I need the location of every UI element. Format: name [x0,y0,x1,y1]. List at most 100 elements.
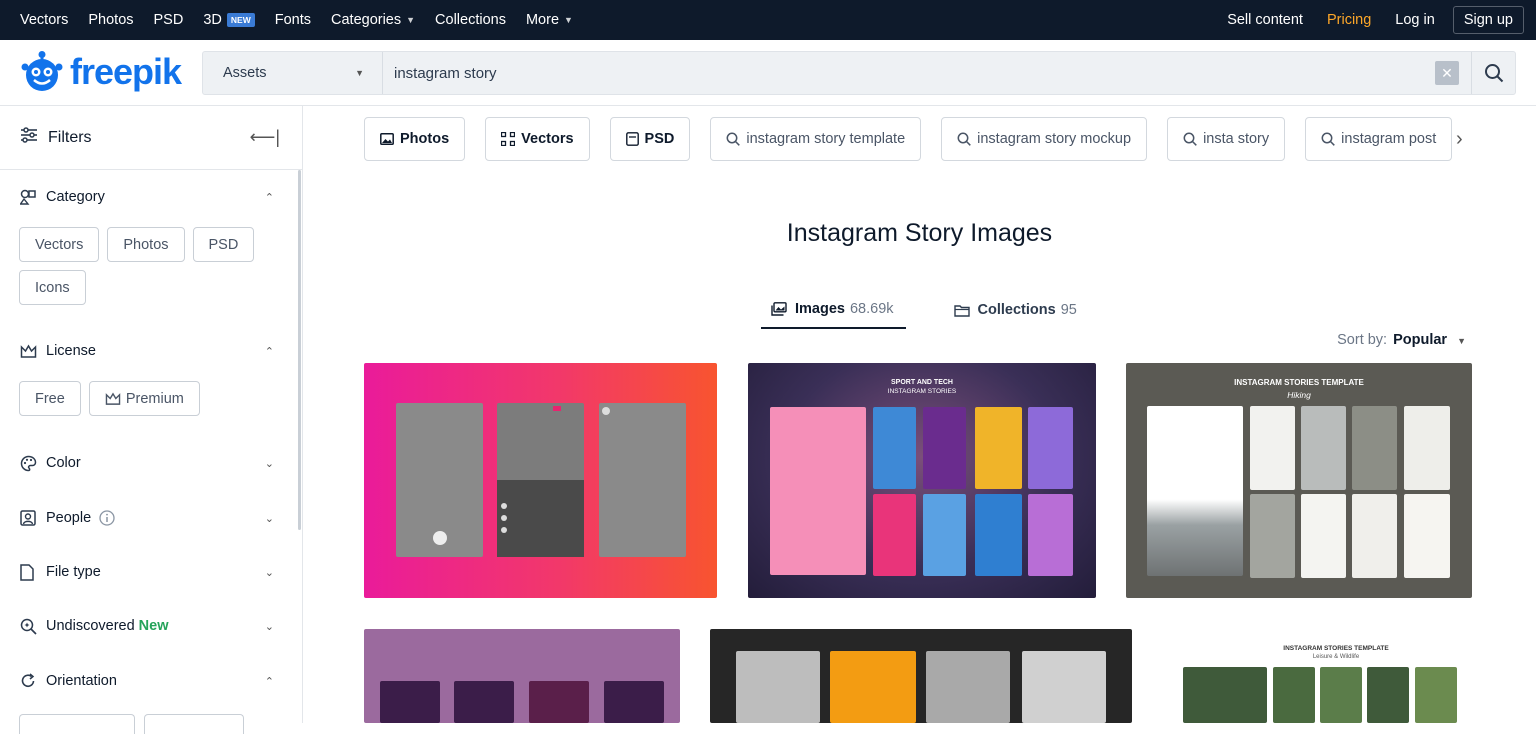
undiscovered-section: Undiscovered New ⌄ [0,616,300,636]
category-chip-psd[interactable]: PSD [192,227,255,262]
category-chip-photos[interactable]: Photos [107,227,185,262]
logo-text: freepik [70,51,182,92]
premium-label: Premium [125,390,184,407]
result-card-4[interactable] [364,629,680,723]
sort-control[interactable]: Sort by: Popular ▼ [1337,332,1466,348]
crown-icon [105,392,121,405]
category-title: Category [46,189,105,205]
collapse-sidebar-icon[interactable]: ⟵| [250,127,280,148]
search-button[interactable] [1471,52,1515,94]
chevron-down-icon: ⌄ [264,512,274,525]
pricing-link[interactable]: Pricing [1327,12,1371,28]
file-type-header[interactable]: File type ⌄ [0,562,300,582]
tag-search-3[interactable]: insta story [1167,117,1286,161]
story-thumbnail [926,651,1010,723]
people-header[interactable]: People ⌄ [0,508,300,528]
orientation-header[interactable]: Orientation ⌃ [0,671,300,691]
nav-photos[interactable]: Photos [88,12,133,28]
tag-vectors[interactable]: Vectors [485,117,590,161]
tab-images-label: Images [795,301,845,317]
nav-3d[interactable]: 3D NEW [203,12,255,28]
images-icon [771,302,787,316]
story-thumbnail [830,651,916,723]
login-link[interactable]: Log in [1395,12,1435,28]
sell-content-link[interactable]: Sell content [1227,12,1303,28]
filters-header: Filters ⟵| [0,106,302,170]
orientation-chip-partial[interactable] [19,714,135,734]
result-card-2[interactable]: SPORT AND TECH INSTAGRAM STORIES [748,363,1096,598]
discover-search-icon [20,618,38,635]
license-title: License [46,343,96,359]
result-card-5[interactable] [710,629,1132,723]
rotate-icon [20,673,38,689]
card3-title: INSTAGRAM STORIES TEMPLATE [1234,378,1364,387]
color-section: Color ⌄ [0,453,300,473]
chevron-up-icon: ⌃ [264,191,274,204]
result-card-1[interactable] [364,363,717,598]
file-type-title: File type [46,564,101,580]
license-chip-free[interactable]: Free [19,381,81,416]
search-input[interactable]: instagram story [383,65,1435,82]
chevron-down-icon: ⌄ [264,566,274,579]
psd-file-icon [625,132,639,146]
filters-sidebar: Filters ⟵| Category ⌃ Vectors Photos PSD… [0,106,303,734]
nav-collections[interactable]: Collections [435,12,506,28]
color-header[interactable]: Color ⌄ [0,453,300,473]
tag-search-4-label: instagram post [1341,131,1437,147]
orientation-chip-partial[interactable] [144,714,244,734]
nav-psd[interactable]: PSD [154,12,184,28]
tag-photos[interactable]: Photos [364,117,466,161]
tag-search-4[interactable]: instagram post [1305,117,1453,161]
sliders-icon [20,127,38,148]
story-thumbnail [1404,406,1450,490]
category-chip-icons[interactable]: Icons [19,270,86,305]
tag-search-1[interactable]: instagram story template [710,117,922,161]
license-header[interactable]: License ⌃ [0,341,300,361]
signup-button[interactable]: Sign up [1452,6,1524,34]
nav-categories[interactable]: Categories ▼ [331,12,415,28]
new-label: New [138,618,169,634]
story-thumbnail [736,651,820,723]
asset-type-select[interactable]: Assets ▼ [203,52,383,94]
tab-collections[interactable]: Collections 95 [953,301,1077,329]
undiscovered-header[interactable]: Undiscovered New ⌄ [0,616,300,636]
caret-down-icon: ▼ [406,15,416,25]
sort-label: Sort by: [1337,332,1388,348]
story-thumbnail [1352,494,1397,578]
tag-search-2[interactable]: instagram story mockup [941,117,1148,161]
person-frame-icon [20,510,38,526]
shapes-icon [20,189,38,205]
crown-icon [20,344,38,359]
story-thumbnail [923,494,966,576]
result-card-3[interactable]: INSTAGRAM STORIES TEMPLATE Hiking [1126,363,1472,598]
story-thumbnail [1028,494,1073,576]
chevron-right-icon[interactable]: › [1456,128,1463,151]
tab-images[interactable]: Images 68.69k [761,301,906,329]
search-bar: Assets ▼ instagram story ✕ [202,51,1516,95]
card6-title: INSTAGRAM STORIES TEMPLATE [1283,645,1389,652]
nav-more[interactable]: More ▼ [526,12,573,28]
color-title: Color [46,455,81,471]
image-icon [380,133,394,145]
tag-photos-label: Photos [400,131,450,147]
tag-psd[interactable]: PSD [609,117,691,161]
freepik-logo[interactable]: freepik [20,50,182,94]
card3-subtitle: Hiking [1287,390,1311,400]
related-tags: Photos Vectors PSD instagram story templ… [364,117,1453,161]
clear-search-icon[interactable]: ✕ [1435,61,1459,85]
freepik-logo-icon [21,51,63,91]
info-icon[interactable] [99,510,115,526]
story-thumbnail [873,494,916,576]
nav-fonts[interactable]: Fonts [275,12,311,28]
filters-label: Filters [48,128,92,146]
card6-subtitle: Leisure & Wildlife [1312,654,1360,660]
people-title: People [46,510,92,526]
result-card-6[interactable]: INSTAGRAM STORIES TEMPLATE Leisure & Wil… [1163,629,1509,723]
category-header[interactable]: Category ⌃ [0,187,300,207]
story-thumbnail [380,681,440,723]
nav-vectors[interactable]: Vectors [20,12,68,28]
category-chip-vectors[interactable]: Vectors [19,227,100,262]
story-thumbnail [1301,494,1346,578]
license-chip-premium[interactable]: Premium [88,381,200,416]
undiscovered-title: Undiscovered [46,618,135,634]
